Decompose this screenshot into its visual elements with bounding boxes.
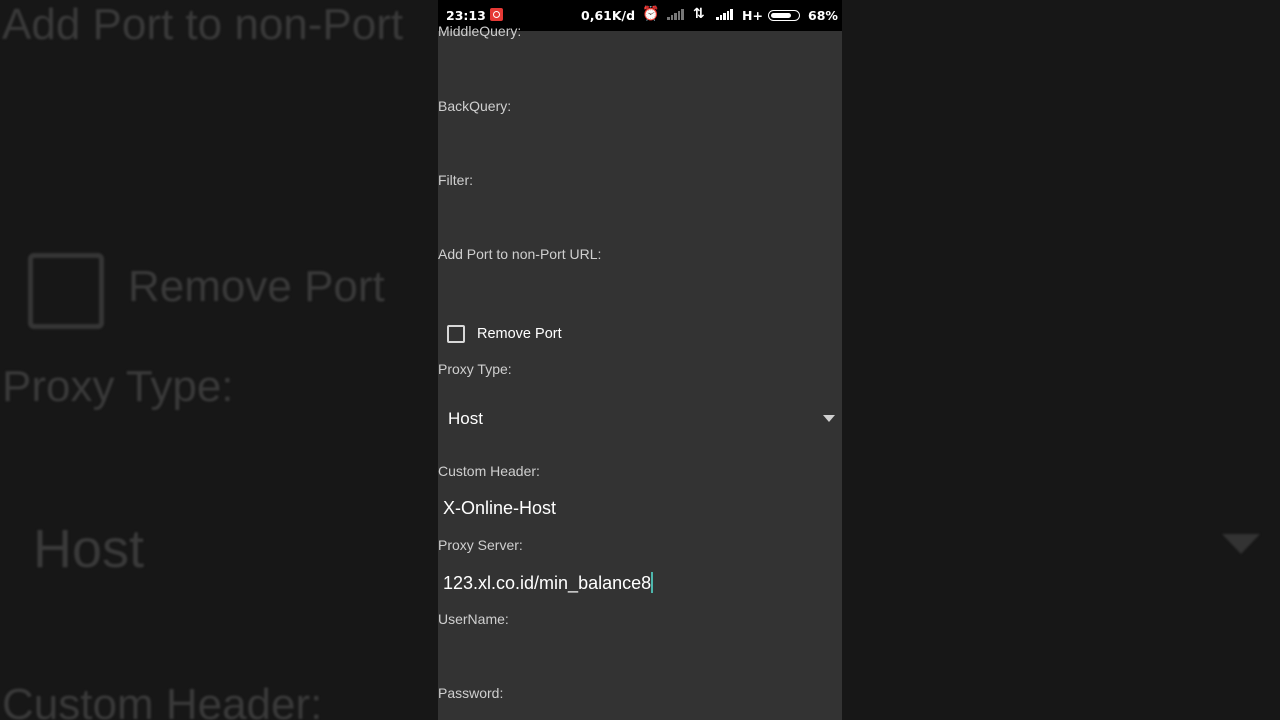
phone-screen: 23:13 0,61K/d ⏰ ⇅ H+ 68% MiddleQuery: Ba… — [438, 0, 842, 720]
proxy-type-value: Host — [448, 409, 483, 428]
proxy-type-spinner[interactable]: Host — [438, 403, 842, 437]
add-port-label: Add Port to non-Port URL: — [438, 246, 602, 262]
bg-zoom-custom-header: Custom Header: — [2, 680, 323, 720]
network-speed: 0,61K/d — [581, 8, 636, 23]
battery-percent: 68% — [808, 8, 838, 23]
remove-port-checkbox[interactable] — [447, 325, 465, 343]
signal-sim1-icon — [667, 9, 684, 20]
battery-icon — [768, 10, 800, 21]
custom-header-value: X-Online-Host — [443, 498, 557, 518]
text-cursor — [651, 572, 654, 593]
password-label: Password: — [438, 685, 504, 701]
bg-zoom-checkbox — [28, 253, 104, 329]
bg-zoom-host: Host — [33, 519, 145, 579]
custom-header-label: Custom Header: — [438, 463, 540, 479]
custom-header-field[interactable]: X-Online-Host — [443, 498, 556, 519]
bg-zoom-remove-port: Remove Port — [128, 262, 385, 311]
bg-zoom-dropdown-icon — [1222, 534, 1260, 554]
status-time: 23:13 — [446, 8, 486, 23]
username-label: UserName: — [438, 611, 509, 627]
network-type: H+ — [742, 8, 763, 23]
remove-port-row[interactable]: Remove Port — [447, 325, 562, 343]
screen-record-icon — [490, 8, 503, 21]
signal-sim2-icon — [716, 9, 733, 20]
proxy-type-label: Proxy Type: — [438, 361, 512, 377]
proxy-server-value: 123.xl.co.id/min_balance8 — [443, 573, 652, 593]
filter-label: Filter: — [438, 172, 473, 188]
back-query-label: BackQuery: — [438, 98, 512, 114]
alarm-icon: ⏰ — [642, 6, 660, 22]
bg-zoom-proxy-type: Proxy Type: — [2, 362, 234, 411]
proxy-server-label: Proxy Server: — [438, 537, 523, 553]
proxy-server-field[interactable]: 123.xl.co.id/min_balance8 — [443, 572, 654, 594]
dropdown-arrow-icon — [823, 415, 835, 422]
bg-zoom-title: Add Port to non-Port — [2, 0, 404, 49]
middle-query-label: MiddleQuery: — [438, 23, 522, 39]
remove-port-label: Remove Port — [477, 326, 562, 342]
settings-form: MiddleQuery: BackQuery: Filter: Add Port… — [438, 23, 842, 720]
data-transfer-icon: ⇅ — [693, 6, 705, 22]
